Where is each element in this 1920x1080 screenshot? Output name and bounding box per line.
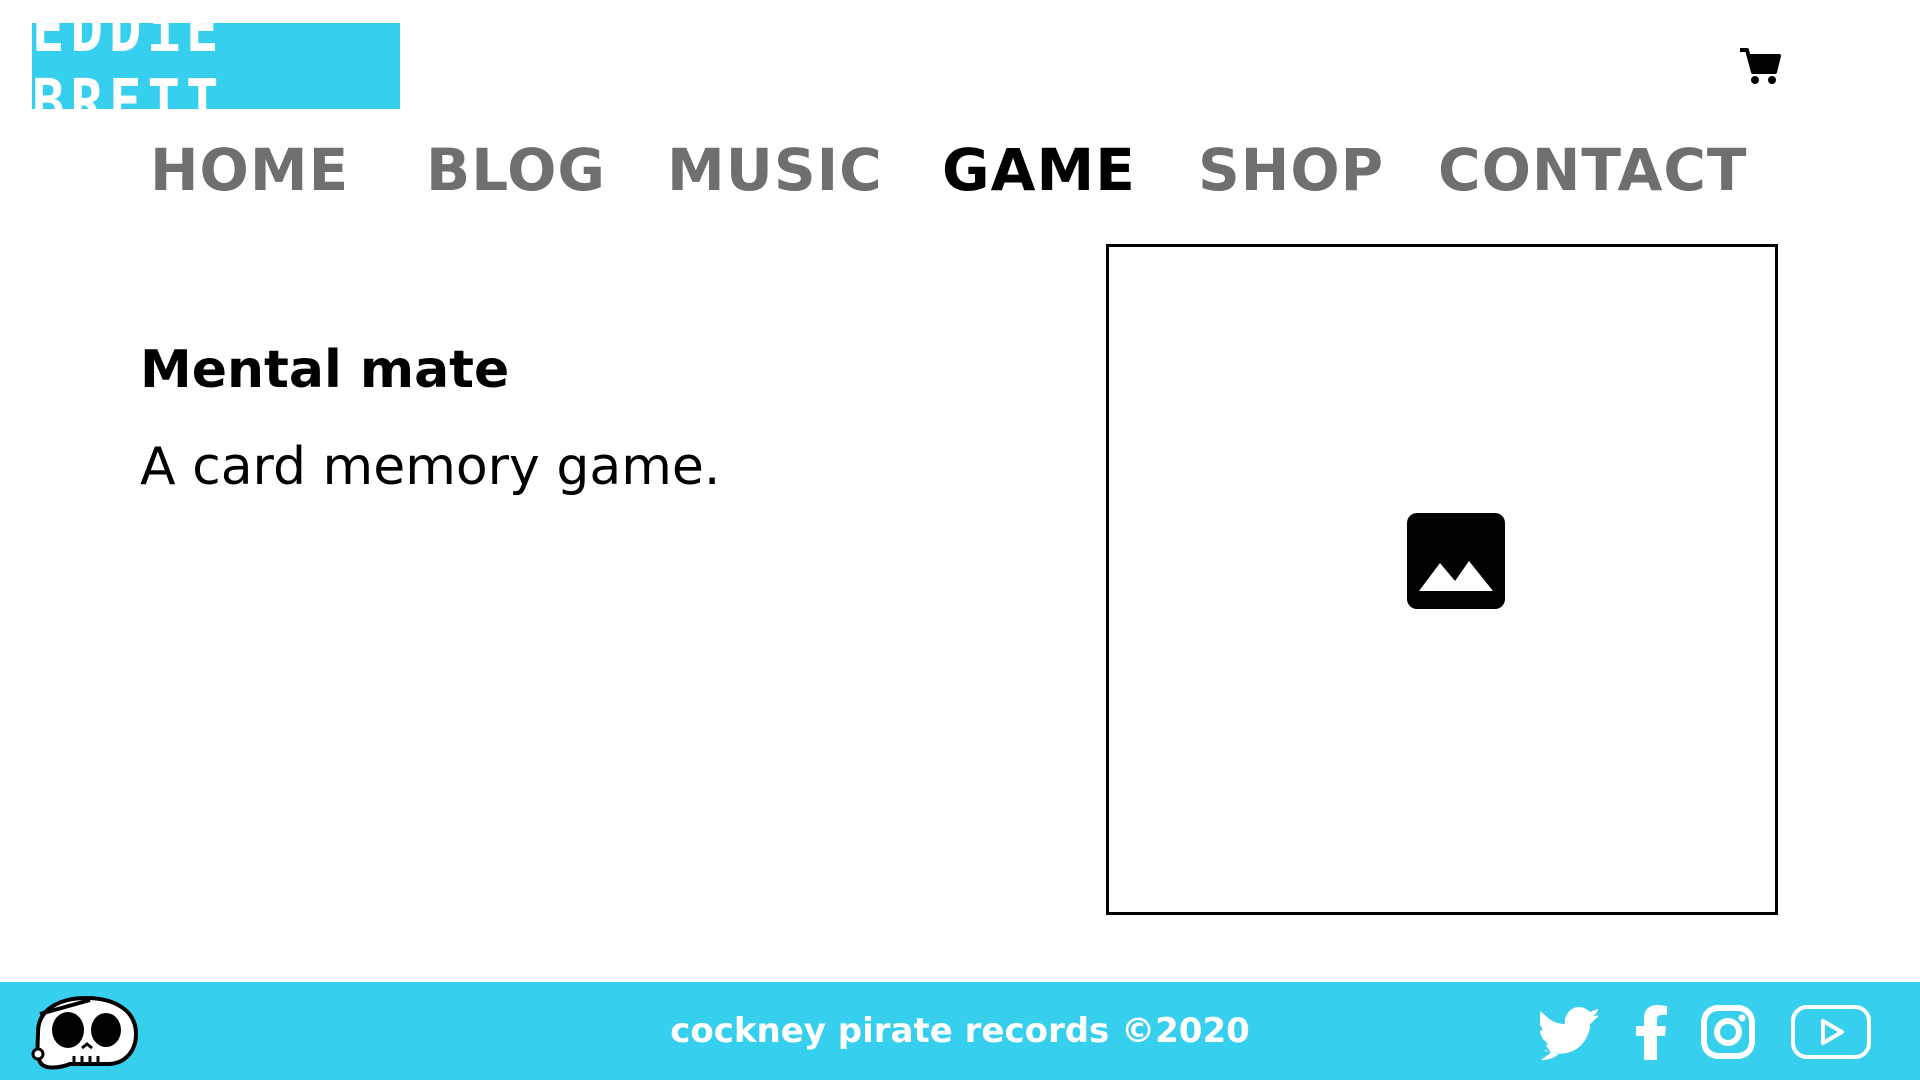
nav-item-shop[interactable]: SHOP [1198, 130, 1384, 210]
site-footer: cockney pirate records ©2020 [0, 982, 1920, 1080]
nav-item-music[interactable]: MUSIC [667, 130, 883, 210]
copyright-text: cockney pirate records ©2020 [670, 1011, 1250, 1051]
cart-icon[interactable] [1738, 46, 1782, 86]
instagram-icon[interactable] [1700, 1004, 1756, 1060]
twitter-icon[interactable] [1539, 1004, 1602, 1060]
youtube-icon[interactable] [1790, 1004, 1872, 1060]
logo-text: EDDiE BRETT [32, 0, 225, 139]
game-title: Mental mate [140, 340, 510, 400]
facebook-icon[interactable] [1633, 1004, 1669, 1060]
site-logo[interactable]: EDDiE BRETT [32, 0, 400, 138]
nav-item-blog[interactable]: BLOG [426, 130, 606, 210]
game-description: A card memory game. [140, 437, 721, 497]
image-placeholder-icon [1407, 513, 1505, 609]
nav-item-contact[interactable]: CONTACT [1438, 130, 1748, 210]
nav-item-game[interactable]: GAME [942, 130, 1136, 210]
main-nav: HOME BLOG MUSIC GAME SHOP CONTACT [0, 130, 1920, 210]
nav-item-home[interactable]: HOME [150, 130, 349, 210]
